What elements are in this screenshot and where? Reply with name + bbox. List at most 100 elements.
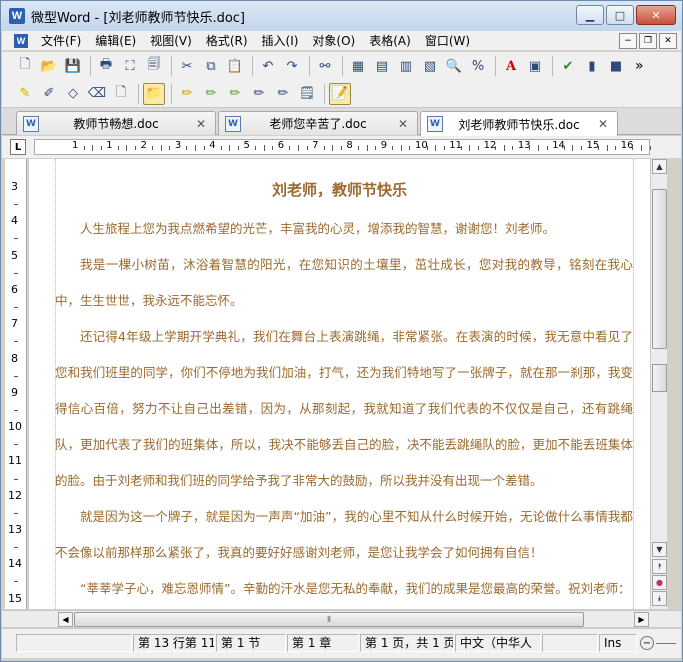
- horizontal-scrollbar[interactable]: ◀ ⦀ ▶: [2, 610, 681, 627]
- doc-menu-icon[interactable]: W: [14, 33, 28, 48]
- drawing-toolbar: ✎ ✐ ◇ ⌫ 🗋 📁 ✏ ✏ ✏ ✏ ✏ 🗒 📝: [2, 80, 681, 108]
- zoom-icon[interactable]: 🔍: [443, 55, 465, 77]
- scroll-left-icon[interactable]: ◀: [58, 612, 73, 627]
- tab-doc-2[interactable]: W 老师您辛苦了.doc ✕: [218, 111, 418, 135]
- vertical-scrollbar[interactable]: ▲ ▼ ⯭ ● ⯯: [650, 159, 667, 609]
- tab-close-icon[interactable]: ✕: [395, 117, 411, 131]
- scroll-down-icon[interactable]: ▼: [652, 542, 667, 557]
- toolbar-separator: [252, 56, 253, 76]
- vruler-number: 3: [11, 180, 18, 193]
- previous-page-icon[interactable]: ⯭: [652, 559, 667, 574]
- close-button[interactable]: ✕: [636, 5, 676, 25]
- document-page[interactable]: 刘老师，教师节快乐 人生旅程上您为我点燃希望的光芒，丰富我的心灵，增添我的智慧，…: [29, 159, 650, 609]
- ruler-minor-tick: [220, 146, 222, 150]
- menu-table[interactable]: 表格(A): [362, 32, 418, 49]
- status-insert-mode[interactable]: Ins: [599, 634, 637, 652]
- print-preview-icon[interactable]: 🗐: [143, 55, 165, 77]
- pdf-icon[interactable]: ⛶: [119, 55, 141, 77]
- doc-restore-button[interactable]: ❐: [639, 33, 657, 49]
- zoom-slider[interactable]: [656, 642, 676, 644]
- undo-icon[interactable]: ↶: [257, 55, 279, 77]
- vruler-number: 9: [11, 385, 18, 399]
- ruler-minor-tick: [152, 146, 154, 150]
- text-box-icon[interactable]: ▣: [524, 55, 546, 77]
- edit-pen-icon[interactable]: ✐: [38, 83, 60, 105]
- percent-icon[interactable]: %: [467, 55, 489, 77]
- save-icon[interactable]: 💾: [62, 55, 84, 77]
- paste-icon[interactable]: 📋: [224, 55, 246, 77]
- toolbar-separator: [552, 56, 553, 76]
- ruler-minor-tick: [409, 146, 411, 150]
- scroll-right-icon[interactable]: ▶: [634, 612, 649, 627]
- ruler-minor-tick: [306, 146, 308, 150]
- shape-icon[interactable]: ■: [605, 55, 627, 77]
- vruler-number: 13: [8, 523, 22, 536]
- spellcheck-icon[interactable]: ✔: [557, 55, 579, 77]
- word-doc-icon: W: [23, 115, 39, 132]
- ruler-minor-tick: [538, 145, 540, 151]
- shape-pen-icon[interactable]: ◇: [62, 83, 84, 105]
- hscroll-thumb[interactable]: ⦀: [74, 612, 584, 627]
- doc-minimize-button[interactable]: −: [619, 33, 637, 49]
- doc-close-button[interactable]: ✕: [659, 33, 677, 49]
- menu-insert[interactable]: 插入(I): [255, 32, 306, 49]
- pencil-4-icon[interactable]: ✏: [248, 83, 270, 105]
- notepad-icon[interactable]: 🗒: [296, 83, 318, 105]
- toolbar-separator: [90, 56, 91, 76]
- horizontal-ruler[interactable]: 1 1 2 3 4 5 6 7 8 9 10 11 12 13 14 15 16: [34, 139, 651, 155]
- open-folder-icon[interactable]: 📂: [38, 55, 60, 77]
- print-icon[interactable]: 🖶: [95, 55, 117, 77]
- window-title: 微型Word - [刘老师教师节快乐.doc]: [31, 10, 245, 26]
- scroll-splitter[interactable]: [652, 364, 667, 392]
- tab-stop-selector[interactable]: L: [10, 139, 26, 155]
- scroll-thumb[interactable]: [652, 189, 667, 349]
- tab-close-icon[interactable]: ✕: [193, 117, 209, 131]
- eraser-icon[interactable]: ⌫: [86, 83, 108, 105]
- menu-view[interactable]: 视图(V): [143, 32, 199, 49]
- highlight-icon[interactable]: ✎: [14, 83, 36, 105]
- folder-active-icon[interactable]: 📁: [143, 82, 165, 105]
- insert-table-icon[interactable]: ▦: [347, 55, 369, 77]
- pencil-5-icon[interactable]: ✏: [272, 83, 294, 105]
- scroll-up-icon[interactable]: ▲: [652, 159, 667, 174]
- minimize-button[interactable]: ▁: [576, 5, 604, 25]
- pencil-2-icon[interactable]: ✏: [200, 83, 222, 105]
- menu-window[interactable]: 窗口(W): [418, 32, 477, 49]
- copy-icon[interactable]: ⧉: [200, 55, 222, 77]
- word-app-icon: W: [9, 8, 25, 24]
- toolbar-overflow-icon[interactable]: »: [635, 58, 644, 74]
- vruler-minor-tick: [14, 341, 18, 343]
- menu-object[interactable]: 对象(O): [305, 32, 362, 49]
- cut-icon[interactable]: ✂: [176, 55, 198, 77]
- font-color-icon[interactable]: A: [500, 55, 522, 77]
- tab-doc-3-active[interactable]: W 刘老师教师节快乐.doc ✕: [420, 111, 618, 136]
- ruler-number: 4: [209, 140, 216, 151]
- page-icon[interactable]: 🗋: [110, 83, 132, 105]
- doc-edit-icon[interactable]: 📝: [329, 82, 351, 105]
- menu-file[interactable]: 文件(F): [34, 32, 88, 49]
- layout-icon[interactable]: ▥: [395, 55, 417, 77]
- zoom-out-icon[interactable]: −: [640, 636, 654, 650]
- redo-icon[interactable]: ↷: [281, 55, 303, 77]
- vruler-number: 5: [11, 248, 18, 262]
- chart-icon[interactable]: ▮: [581, 55, 603, 77]
- columns-icon[interactable]: ▧: [419, 55, 441, 77]
- new-file-icon[interactable]: 🗋: [14, 55, 36, 77]
- next-page-icon[interactable]: ⯯: [652, 591, 667, 606]
- pencil-icon[interactable]: ✏: [176, 83, 198, 105]
- menu-edit[interactable]: 编辑(E): [88, 32, 143, 49]
- vertical-ruler[interactable]: 3 4 5 6 7 8 9 10 11 12 13 14 15: [5, 159, 27, 617]
- binoculars-icon[interactable]: ⚯: [314, 55, 336, 77]
- toolbar-separator: [171, 56, 172, 76]
- document-tabs: W 教师节畅想.doc ✕ W 老师您辛苦了.doc ✕ W 刘老师教师节快乐.…: [2, 108, 681, 136]
- browse-object-icon[interactable]: ●: [652, 575, 667, 590]
- table-icon[interactable]: ▤: [371, 55, 393, 77]
- tab-doc-1[interactable]: W 教师节畅想.doc ✕: [16, 111, 216, 135]
- tab-close-icon[interactable]: ✕: [595, 117, 611, 131]
- pencil-3-icon[interactable]: ✏: [224, 83, 246, 105]
- zoom-control[interactable]: −: [640, 635, 680, 651]
- maximize-button[interactable]: □: [606, 5, 634, 25]
- ruler-number: 1: [72, 140, 79, 151]
- menu-format[interactable]: 格式(R): [199, 32, 255, 49]
- ruler-minor-tick: [469, 145, 471, 151]
